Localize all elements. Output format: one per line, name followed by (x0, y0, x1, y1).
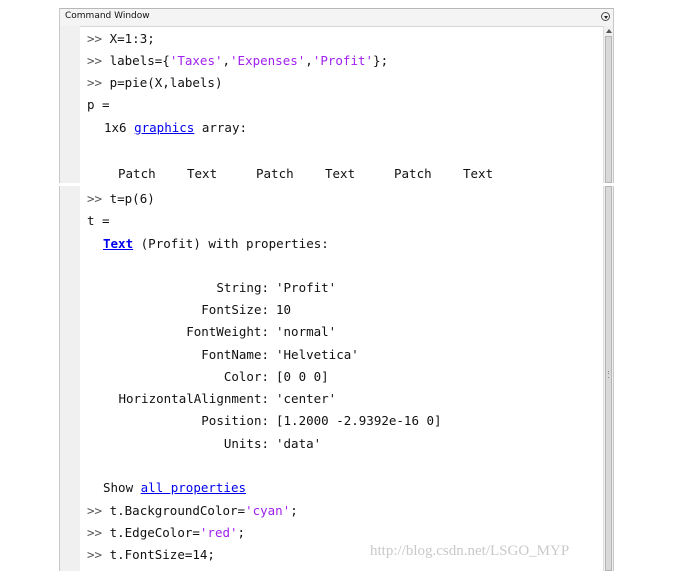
scrollbar-bottom[interactable] (603, 186, 613, 571)
array-column: Text (187, 166, 218, 181)
array-columns: Patch Text Patch Text Patch Text (60, 165, 613, 183)
scrollbar-thumb[interactable] (605, 186, 612, 571)
array-column: Patch (118, 166, 156, 181)
prompt: >> (87, 503, 103, 518)
property-value: [1.2000 -2.9392e-16 0] (276, 413, 442, 428)
command-line[interactable]: >> X=1:3; (87, 30, 155, 48)
command-text: p=pie(X,labels) (109, 75, 223, 90)
property-name: Color: (223, 369, 269, 384)
property-value: 'center' (276, 391, 337, 406)
command-text: }; (373, 53, 389, 68)
property-value: 10 (276, 302, 292, 317)
property-name: Position: (201, 413, 269, 428)
show-word: Show (103, 480, 134, 495)
separator: , (222, 53, 231, 68)
array-column: Text (325, 166, 356, 181)
command-text: labels={ (109, 53, 170, 68)
command-text: ; (290, 503, 298, 518)
string-literal: 'Taxes' (169, 53, 223, 68)
command-text: t.EdgeColor= (109, 525, 200, 540)
output-description: Text (Profit) with properties: (103, 235, 329, 253)
prompt: >> (87, 31, 103, 46)
property-value: [0 0 0] (276, 369, 329, 384)
window-title: Command Window (65, 11, 150, 21)
output-variable-header: p = (87, 97, 110, 112)
property-name: HorizontalAlignment: (118, 391, 269, 406)
property-value: 'data' (276, 436, 322, 451)
command-text: t.BackgroundColor= (109, 503, 246, 518)
command-line[interactable]: >> labels={'Taxes','Expenses','Profit'}; (87, 52, 388, 70)
command-text: X=1:3; (109, 31, 155, 46)
graphics-link[interactable]: graphics (134, 120, 194, 135)
property-name: Units: (223, 436, 269, 451)
command-window-top-pane: Command Window >> X=1:3; >> labels={'Tax… (59, 8, 614, 183)
string-literal: 'red' (199, 525, 238, 540)
string-literal: 'Expenses' (230, 53, 306, 68)
gutter (60, 186, 80, 571)
property-name: String: (216, 280, 269, 295)
command-line[interactable]: >> p=pie(X,labels) (87, 74, 222, 92)
array-column: Text (463, 166, 494, 181)
arrow-up-icon[interactable] (606, 29, 612, 33)
string-literal: 'cyan' (245, 503, 291, 518)
output-variable-header: t = (87, 213, 110, 228)
show-properties-line: Show all properties (103, 479, 246, 497)
prompt: >> (87, 53, 103, 68)
text-class-link[interactable]: Text (103, 236, 133, 251)
array-word: array: (201, 120, 248, 135)
command-text: ; (237, 525, 246, 540)
gutter (60, 26, 80, 183)
array-column: Patch (256, 166, 294, 181)
property-name: FontName: (201, 347, 269, 362)
prompt: >> (87, 75, 103, 90)
prompt: >> (87, 525, 103, 540)
scrollbar-thumb[interactable] (605, 36, 612, 183)
output-description: 1x6 graphics array: (104, 119, 247, 137)
scrollbar-top[interactable] (603, 26, 613, 183)
array-column: Patch (394, 166, 432, 181)
command-text: t.FontSize=14; (109, 547, 215, 562)
array-size: 1x6 (104, 120, 127, 135)
property-value: 'Helvetica' (276, 347, 359, 362)
string-literal: 'Profit' (312, 53, 374, 68)
command-line[interactable]: >> t.BackgroundColor='cyan'; (87, 502, 298, 520)
prompt: >> (87, 547, 103, 562)
object-description: (Profit) with properties: (140, 236, 329, 251)
command-text: t=p(6) (109, 191, 155, 206)
prompt: >> (87, 191, 103, 206)
watermark: http://blog.csdn.net/LSGO_MYP (370, 543, 570, 559)
options-menu-icon[interactable] (601, 12, 610, 21)
property-value: 'Profit' (276, 280, 337, 295)
command-window-titlebar: Command Window (60, 9, 613, 27)
property-name: FontWeight: (186, 324, 269, 339)
command-line[interactable]: >> t=p(6) (87, 190, 155, 208)
grip-icon[interactable] (608, 371, 609, 378)
property-value: 'normal' (276, 324, 337, 339)
command-line[interactable]: >> t.EdgeColor='red'; (87, 524, 245, 542)
command-window-bottom-pane: >> t=p(6) t = Text (Profit) with propert… (59, 186, 614, 571)
property-name: FontSize: (201, 302, 269, 317)
command-line[interactable]: >> t.FontSize=14; (87, 546, 215, 564)
all-properties-link[interactable]: all properties (141, 480, 246, 495)
separator: , (305, 53, 313, 68)
